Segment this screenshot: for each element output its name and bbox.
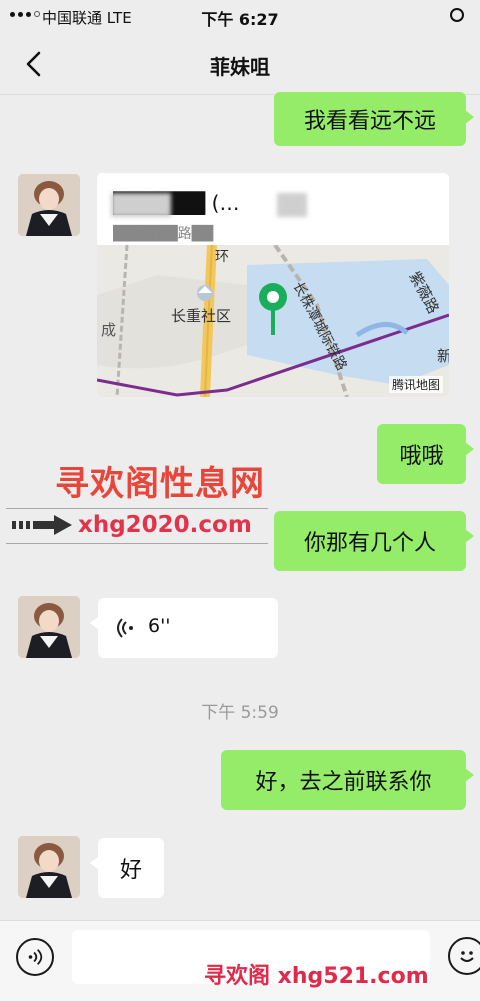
avatar-image: [18, 174, 80, 236]
message-timestamp: 下午 5:59: [201, 703, 279, 723]
location-message-card[interactable]: ██████ (… ██████路██ 长重社区 长株潭城际铁路 紫薇路 环 成…: [97, 173, 449, 397]
avatar-image: [18, 596, 80, 658]
redaction-mark: [111, 193, 171, 217]
location-map: 长重社区 长株潭城际铁路 紫薇路 环 成 新: [97, 245, 449, 397]
message-text: 你那有几个人: [303, 531, 436, 556]
location-address: ██████路██: [113, 226, 214, 242]
message-text: 好: [119, 858, 142, 883]
watermark-text: 寻欢阁性息网: [55, 464, 265, 504]
voice-duration: 6'': [148, 615, 171, 637]
message-bubble-sent[interactable]: 好，去之前联系你: [221, 750, 474, 810]
contact-avatar[interactable]: [18, 836, 80, 898]
redaction-mark: [277, 193, 307, 217]
smiley-icon: [460, 951, 474, 962]
message-bubble-sent[interactable]: 哦哦: [377, 424, 474, 484]
status-bar: 中国联通 LTE 下午 6:27: [0, 0, 480, 34]
message-text: 我看看远不远: [303, 109, 436, 134]
status-time: 下午 6:27: [201, 10, 279, 29]
chat-title: 菲妹咀: [210, 55, 270, 79]
contact-avatar[interactable]: [18, 596, 80, 658]
voice-message-bubble[interactable]: 6'': [90, 598, 278, 658]
message-text: 好，去之前联系你: [255, 770, 432, 795]
rotation-lock-icon: [450, 8, 464, 22]
voice-input-button[interactable]: [16, 938, 54, 976]
watermark-url-bottom: 寻欢阁 xhg521.com: [204, 964, 429, 989]
message-bubble-received[interactable]: 好: [90, 838, 164, 898]
message-text: 哦哦: [399, 444, 444, 469]
nav-bar: 菲妹咀: [0, 34, 480, 95]
map-label: 长重社区: [171, 307, 231, 325]
watermark-arrow-icon: [12, 515, 72, 535]
map-label: 成: [101, 321, 116, 339]
message-bubble-sent[interactable]: 我看看远不远: [274, 92, 474, 146]
emoji-button[interactable]: [448, 937, 480, 975]
avatar-image: [18, 836, 80, 898]
map-label: 环: [215, 249, 229, 265]
map-provider-label: 腾讯地图: [388, 376, 443, 393]
contact-avatar[interactable]: [18, 174, 80, 236]
voice-icon: [28, 949, 43, 965]
watermark-url: xhg2020.com: [78, 512, 252, 538]
map-label: 新: [437, 347, 449, 365]
voice-wave-icon: [117, 618, 133, 638]
message-bubble-sent[interactable]: 你那有几个人: [274, 511, 474, 571]
